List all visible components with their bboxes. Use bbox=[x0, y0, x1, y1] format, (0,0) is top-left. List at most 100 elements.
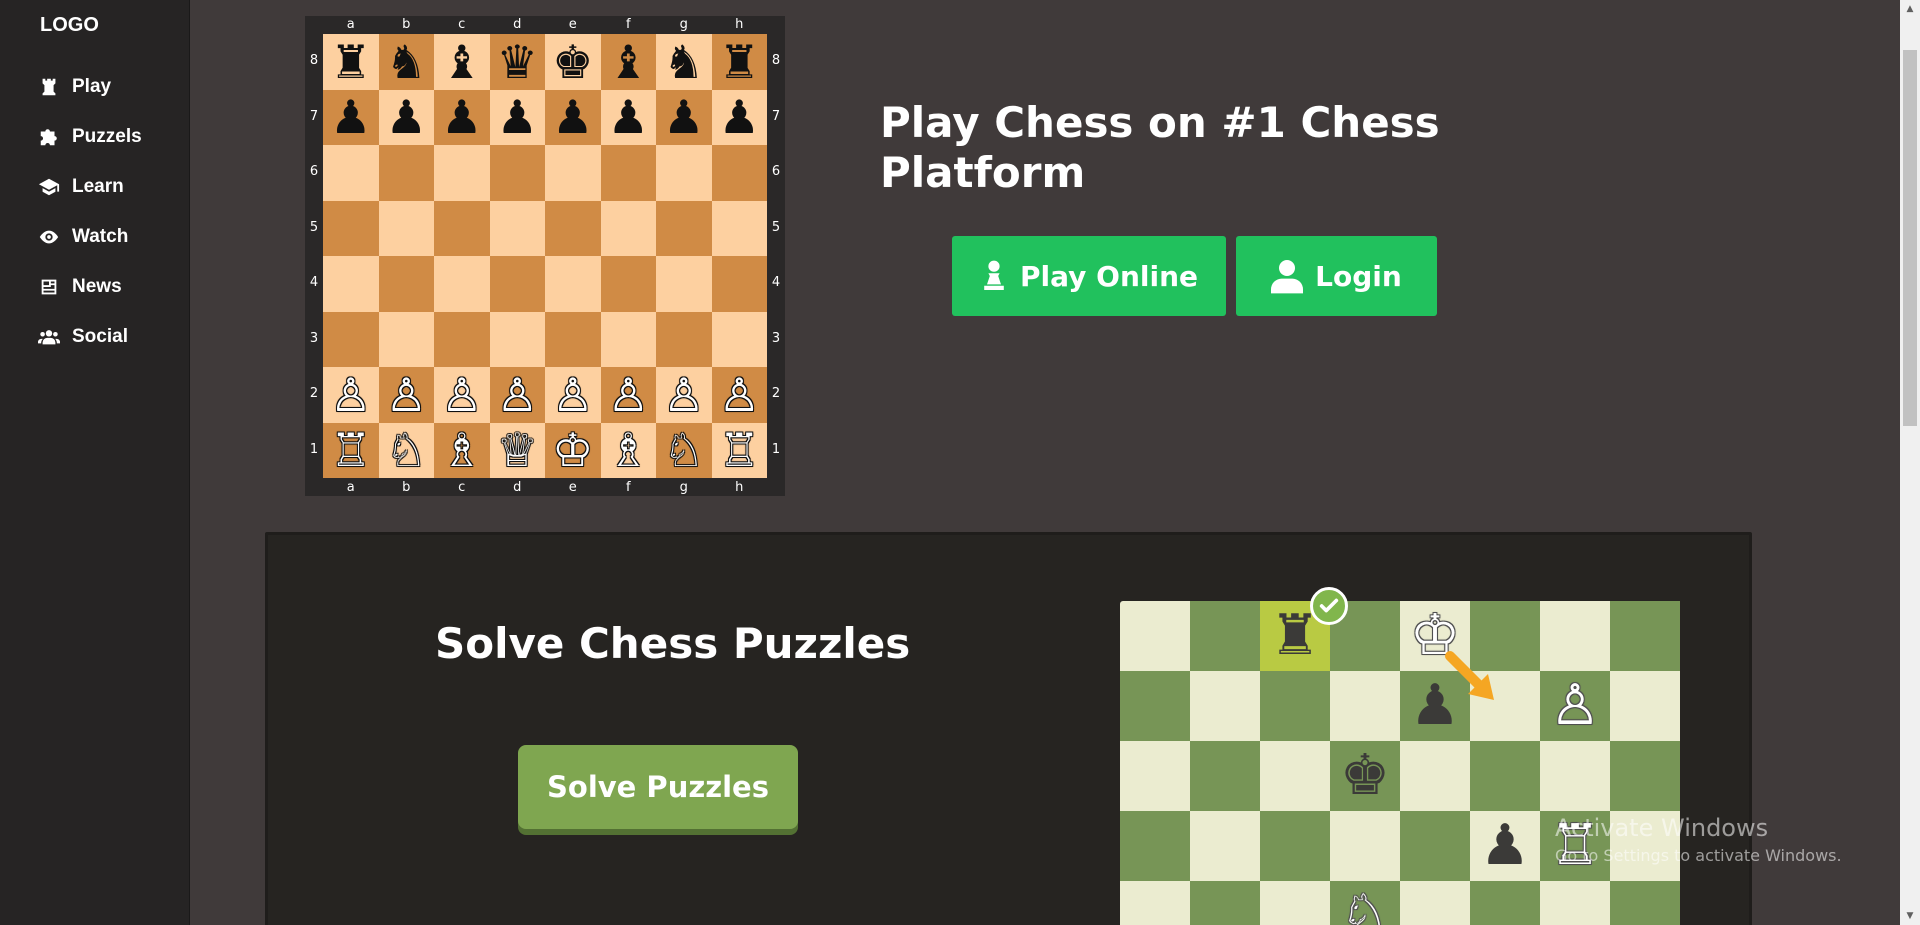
puzzle-piece[interactable]: ♙ bbox=[1550, 678, 1600, 734]
puzzle-square[interactable]: ♚ bbox=[1330, 741, 1400, 811]
puzzle-square[interactable] bbox=[1400, 741, 1470, 811]
chess-piece[interactable]: ♜ bbox=[330, 39, 371, 85]
board-square-e5[interactable] bbox=[545, 200, 601, 256]
chess-piece[interactable]: ♕ bbox=[497, 427, 538, 473]
puzzle-square[interactable]: ♙ bbox=[1540, 671, 1610, 741]
puzzle-square[interactable] bbox=[1190, 811, 1260, 881]
board-square-b1[interactable]: ♘ bbox=[378, 422, 434, 478]
board-square-a4[interactable] bbox=[323, 256, 379, 312]
login-button[interactable]: Login bbox=[1236, 236, 1437, 316]
puzzle-piece[interactable]: ♟ bbox=[1480, 818, 1530, 874]
puzzle-square[interactable] bbox=[1400, 811, 1470, 881]
board-square-b7[interactable]: ♟ bbox=[378, 89, 434, 145]
board-square-h5[interactable] bbox=[711, 200, 767, 256]
sidebar-item-news[interactable]: News bbox=[38, 262, 142, 312]
board-square-g4[interactable] bbox=[656, 256, 712, 312]
board-square-h4[interactable] bbox=[711, 256, 767, 312]
board-square-f1[interactable]: ♗ bbox=[600, 422, 656, 478]
board-square-a2[interactable]: ♙ bbox=[323, 367, 379, 423]
puzzle-piece[interactable]: ♚ bbox=[1340, 748, 1390, 804]
board-square-h2[interactable]: ♙ bbox=[711, 367, 767, 423]
chess-piece[interactable]: ♟ bbox=[330, 94, 371, 140]
sidebar-item-learn[interactable]: Learn bbox=[38, 162, 142, 212]
board-square-c4[interactable] bbox=[434, 256, 490, 312]
board-square-f5[interactable] bbox=[600, 200, 656, 256]
chess-piece[interactable]: ♟ bbox=[663, 94, 704, 140]
scroll-up-icon[interactable]: ▲ bbox=[1900, 0, 1920, 18]
puzzle-square[interactable] bbox=[1610, 881, 1680, 925]
puzzle-square[interactable] bbox=[1540, 881, 1610, 925]
board-square-d8[interactable]: ♛ bbox=[489, 34, 545, 90]
board-square-b2[interactable]: ♙ bbox=[378, 367, 434, 423]
board-square-a6[interactable] bbox=[323, 145, 379, 201]
chess-piece[interactable]: ♙ bbox=[497, 372, 538, 418]
board-square-h8[interactable]: ♜ bbox=[711, 34, 767, 90]
board-square-d3[interactable] bbox=[489, 311, 545, 367]
chess-piece[interactable]: ♘ bbox=[386, 427, 427, 473]
scroll-thumb[interactable] bbox=[1903, 50, 1917, 426]
chess-piece[interactable]: ♛ bbox=[497, 39, 538, 85]
sidebar-item-play[interactable]: Play bbox=[38, 62, 142, 112]
board-square-c7[interactable]: ♟ bbox=[434, 89, 490, 145]
board-square-g2[interactable]: ♙ bbox=[656, 367, 712, 423]
chess-piece[interactable]: ♟ bbox=[719, 94, 760, 140]
puzzle-square[interactable] bbox=[1260, 671, 1330, 741]
sidebar-item-puzzels[interactable]: Puzzels bbox=[38, 112, 142, 162]
puzzle-square[interactable] bbox=[1120, 601, 1190, 671]
board-square-c5[interactable] bbox=[434, 200, 490, 256]
puzzle-piece[interactable]: ♘ bbox=[1340, 888, 1390, 925]
board-square-h6[interactable] bbox=[711, 145, 767, 201]
chess-piece[interactable]: ♖ bbox=[330, 427, 371, 473]
board-square-c2[interactable]: ♙ bbox=[434, 367, 490, 423]
solve-puzzles-button[interactable]: Solve Puzzles bbox=[518, 745, 798, 829]
board-square-h1[interactable]: ♖ bbox=[711, 422, 767, 478]
puzzle-square[interactable] bbox=[1400, 881, 1470, 925]
chess-piece[interactable]: ♗ bbox=[441, 427, 482, 473]
board-square-g6[interactable] bbox=[656, 145, 712, 201]
board-square-d6[interactable] bbox=[489, 145, 545, 201]
puzzle-square[interactable] bbox=[1260, 741, 1330, 811]
board-square-f4[interactable] bbox=[600, 256, 656, 312]
board-square-b4[interactable] bbox=[378, 256, 434, 312]
board-square-e6[interactable] bbox=[545, 145, 601, 201]
puzzle-square[interactable] bbox=[1330, 671, 1400, 741]
puzzle-square[interactable] bbox=[1260, 811, 1330, 881]
board-square-g3[interactable] bbox=[656, 311, 712, 367]
scroll-down-icon[interactable]: ▼ bbox=[1900, 907, 1920, 925]
board-square-c8[interactable]: ♝ bbox=[434, 34, 490, 90]
board-square-g1[interactable]: ♘ bbox=[656, 422, 712, 478]
puzzle-square[interactable] bbox=[1330, 811, 1400, 881]
board-square-c3[interactable] bbox=[434, 311, 490, 367]
play-online-button[interactable]: Play Online bbox=[952, 236, 1226, 316]
board-square-c1[interactable]: ♗ bbox=[434, 422, 490, 478]
puzzle-square[interactable] bbox=[1120, 671, 1190, 741]
puzzle-square[interactable] bbox=[1610, 671, 1680, 741]
puzzle-square[interactable] bbox=[1540, 601, 1610, 671]
chess-piece[interactable]: ♗ bbox=[608, 427, 649, 473]
puzzle-square[interactable] bbox=[1610, 601, 1680, 671]
puzzle-square[interactable] bbox=[1120, 741, 1190, 811]
puzzle-square[interactable]: ♘ bbox=[1330, 881, 1400, 925]
board-square-e3[interactable] bbox=[545, 311, 601, 367]
board-square-h3[interactable] bbox=[711, 311, 767, 367]
chess-piece[interactable]: ♞ bbox=[386, 39, 427, 85]
chess-piece[interactable]: ♟ bbox=[608, 94, 649, 140]
puzzle-square[interactable]: ♟ bbox=[1470, 811, 1540, 881]
board-square-f3[interactable] bbox=[600, 311, 656, 367]
board-square-g5[interactable] bbox=[656, 200, 712, 256]
board-square-g7[interactable]: ♟ bbox=[656, 89, 712, 145]
chess-piece[interactable]: ♝ bbox=[441, 39, 482, 85]
puzzle-square[interactable] bbox=[1120, 811, 1190, 881]
board-square-f7[interactable]: ♟ bbox=[600, 89, 656, 145]
board-square-e2[interactable]: ♙ bbox=[545, 367, 601, 423]
board-square-b5[interactable] bbox=[378, 200, 434, 256]
puzzle-square[interactable] bbox=[1190, 671, 1260, 741]
board-square-e7[interactable]: ♟ bbox=[545, 89, 601, 145]
board-square-d1[interactable]: ♕ bbox=[489, 422, 545, 478]
puzzle-square[interactable] bbox=[1610, 741, 1680, 811]
sidebar-item-social[interactable]: Social bbox=[38, 312, 142, 362]
puzzle-square[interactable] bbox=[1470, 881, 1540, 925]
board-square-b8[interactable]: ♞ bbox=[378, 34, 434, 90]
board-square-a5[interactable] bbox=[323, 200, 379, 256]
chess-piece[interactable]: ♙ bbox=[663, 372, 704, 418]
